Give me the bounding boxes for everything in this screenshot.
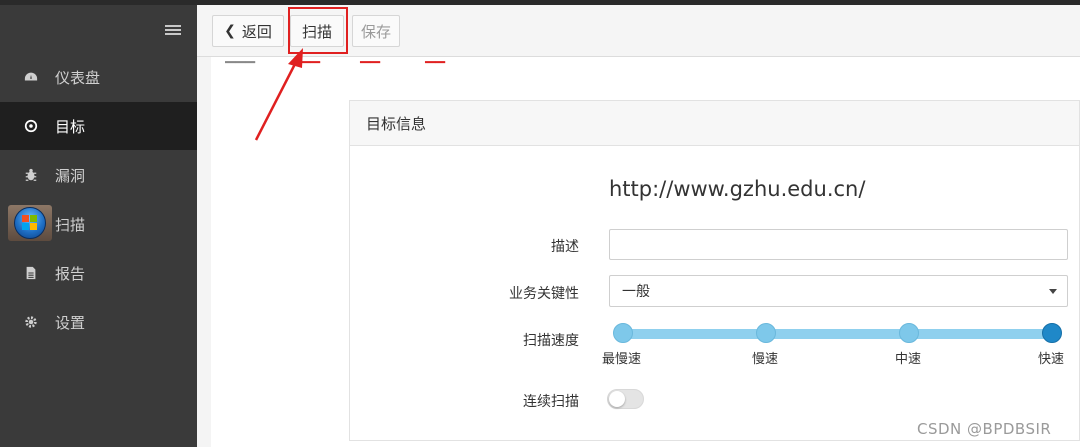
- windows-orb-icon: [8, 205, 52, 241]
- report-icon: [24, 266, 38, 280]
- criticality-select[interactable]: 一般: [609, 275, 1068, 307]
- sidebar-item-dashboard[interactable]: 仪表盘: [0, 53, 197, 101]
- menu-toggle-icon[interactable]: [165, 25, 181, 39]
- content-area: ▁▁▁ ▁▁ ▁▁ ▁▁ 目标信息 http://www.gzhu.edu.cn…: [211, 57, 1080, 447]
- tab-strip-cut-off: ▁▁▁ ▁▁ ▁▁ ▁▁: [225, 57, 625, 69]
- speed-tick-label: 中速: [895, 352, 922, 367]
- sidebar-item-label: 目标: [55, 117, 86, 136]
- sidebar-item-label: 扫描: [55, 215, 86, 234]
- description-input[interactable]: [609, 229, 1068, 260]
- speed-stop-slow[interactable]: [756, 323, 776, 343]
- sidebar-item-settings[interactable]: 设置: [0, 298, 197, 346]
- sidebar-item-label: 漏洞: [55, 166, 86, 185]
- speed-stop-medium[interactable]: [899, 323, 919, 343]
- sidebar-item-targets[interactable]: 目标: [0, 102, 197, 150]
- caret-down-icon: [1049, 289, 1057, 294]
- sidebar-item-label: 仪表盘: [55, 68, 101, 87]
- scan-button-highlight-box: [288, 7, 348, 54]
- speed-stop-slowest[interactable]: [613, 323, 633, 343]
- back-button[interactable]: ❮ 返回: [212, 15, 284, 47]
- main-area: ❮ 返回 扫描 保存 ▁▁▁ ▁▁ ▁▁ ▁▁ 目标信息 http://www.…: [197, 5, 1080, 447]
- scan-speed-slider[interactable]: [623, 329, 1053, 339]
- target-icon: [24, 119, 38, 133]
- sidebar-item-label: 报告: [55, 264, 86, 283]
- speed-stop-fast[interactable]: [1042, 323, 1062, 343]
- sidebar-item-label: 设置: [55, 313, 86, 332]
- sidebar: 仪表盘 目标 漏洞 扫描 报告 设置: [0, 5, 197, 447]
- sidebar-item-vulnerabilities[interactable]: 漏洞: [0, 151, 197, 199]
- continuous-scan-label: 连续扫描: [523, 394, 579, 410]
- gear-icon: [24, 315, 38, 329]
- continuous-scan-toggle[interactable]: [607, 389, 644, 409]
- bug-icon: [24, 168, 38, 182]
- scan-speed-label: 扫描速度: [523, 333, 579, 349]
- chevron-left-icon: ❮: [224, 23, 236, 39]
- speed-tick-label: 快速: [1038, 352, 1065, 367]
- sidebar-item-reports[interactable]: 报告: [0, 249, 197, 297]
- criticality-label: 业务关键性: [509, 286, 579, 302]
- save-button[interactable]: 保存: [352, 15, 400, 47]
- dashboard-icon: [24, 70, 38, 84]
- panel-title: 目标信息: [350, 101, 1079, 146]
- speed-tick-label: 慢速: [752, 352, 779, 367]
- target-info-panel: 目标信息 http://www.gzhu.edu.cn/ 描述 业务关键性 一般…: [349, 100, 1080, 441]
- watermark: CSDN @BPDBSIR: [917, 420, 1052, 438]
- description-label: 描述: [551, 239, 579, 255]
- target-url: http://www.gzhu.edu.cn/: [609, 177, 866, 201]
- speed-tick-label: 最慢速: [602, 352, 642, 367]
